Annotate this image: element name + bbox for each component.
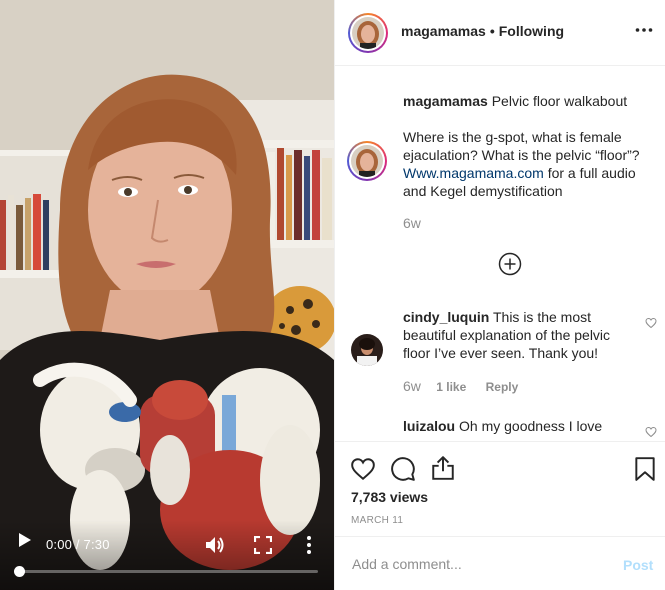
plus-circle-icon[interactable] xyxy=(498,252,522,276)
header-username-row: magamamas • Following xyxy=(401,23,564,39)
following-button[interactable]: Following xyxy=(499,23,564,39)
caption-title: Pelvic floor walkabout xyxy=(491,93,628,109)
add-comment-bar: Post xyxy=(335,536,665,590)
video-time: 0:00 / 7:30 xyxy=(46,537,110,552)
play-icon[interactable] xyxy=(14,530,34,550)
comment-text: luizalou Oh my goodness I love xyxy=(403,417,625,435)
share-icon[interactable] xyxy=(430,455,456,481)
comment-username[interactable]: luizalou xyxy=(403,418,455,434)
seek-handle[interactable] xyxy=(14,566,25,577)
heart-icon[interactable] xyxy=(645,317,657,329)
heart-icon[interactable] xyxy=(350,456,376,482)
comment-body: Oh my goodness I love xyxy=(459,418,603,434)
volume-icon[interactable] xyxy=(204,534,226,556)
post-actions: 7,783 views MARCH 11 xyxy=(335,441,665,536)
comment-meta: 6w 1 like Reply xyxy=(403,378,518,394)
video-frame xyxy=(0,0,334,590)
heart-icon[interactable] xyxy=(645,426,657,438)
comment-text: cindy_luquin This is the most beautiful … xyxy=(403,308,625,362)
seek-bar[interactable] xyxy=(18,570,318,573)
header-separator: • xyxy=(489,23,495,39)
video-player[interactable]: 0:00 / 7:30 xyxy=(0,0,334,590)
video-controls-overlay xyxy=(0,520,334,590)
comment-icon[interactable] xyxy=(390,456,416,482)
more-horizontal-icon[interactable] xyxy=(635,26,653,34)
header-avatar[interactable] xyxy=(348,13,388,53)
comment-input[interactable] xyxy=(350,552,604,576)
caption-body: Where is the g-spot, what is female ejac… xyxy=(403,129,640,163)
reply-button[interactable]: Reply xyxy=(486,380,519,394)
caption-link[interactable]: Www.magamama.com xyxy=(403,165,544,181)
bookmark-icon[interactable] xyxy=(632,456,658,482)
comment-age[interactable]: 6w xyxy=(403,378,421,394)
comment-likes[interactable]: 1 like xyxy=(436,380,466,394)
header-username[interactable]: magamamas xyxy=(401,23,486,39)
caption-text: magamamas Pelvic floor walkabout Where i… xyxy=(403,92,653,200)
comments-list[interactable]: magamamas Pelvic floor walkabout Where i… xyxy=(335,67,665,441)
post-date: MARCH 11 xyxy=(351,515,404,526)
more-vertical-icon[interactable] xyxy=(302,534,316,556)
post-panel: magamamas • Following magamamas Pelvic flo… xyxy=(334,0,665,590)
fullscreen-icon[interactable] xyxy=(254,536,272,554)
caption-age[interactable]: 6w xyxy=(403,215,421,231)
view-count[interactable]: 7,783 views xyxy=(351,489,428,505)
caption-username[interactable]: magamamas xyxy=(403,93,488,109)
comment-username[interactable]: cindy_luquin xyxy=(403,309,489,325)
post-button[interactable]: Post xyxy=(623,557,653,573)
caption-avatar[interactable] xyxy=(347,141,387,181)
post-header: magamamas • Following xyxy=(335,0,665,66)
comment-avatar[interactable] xyxy=(351,334,383,366)
